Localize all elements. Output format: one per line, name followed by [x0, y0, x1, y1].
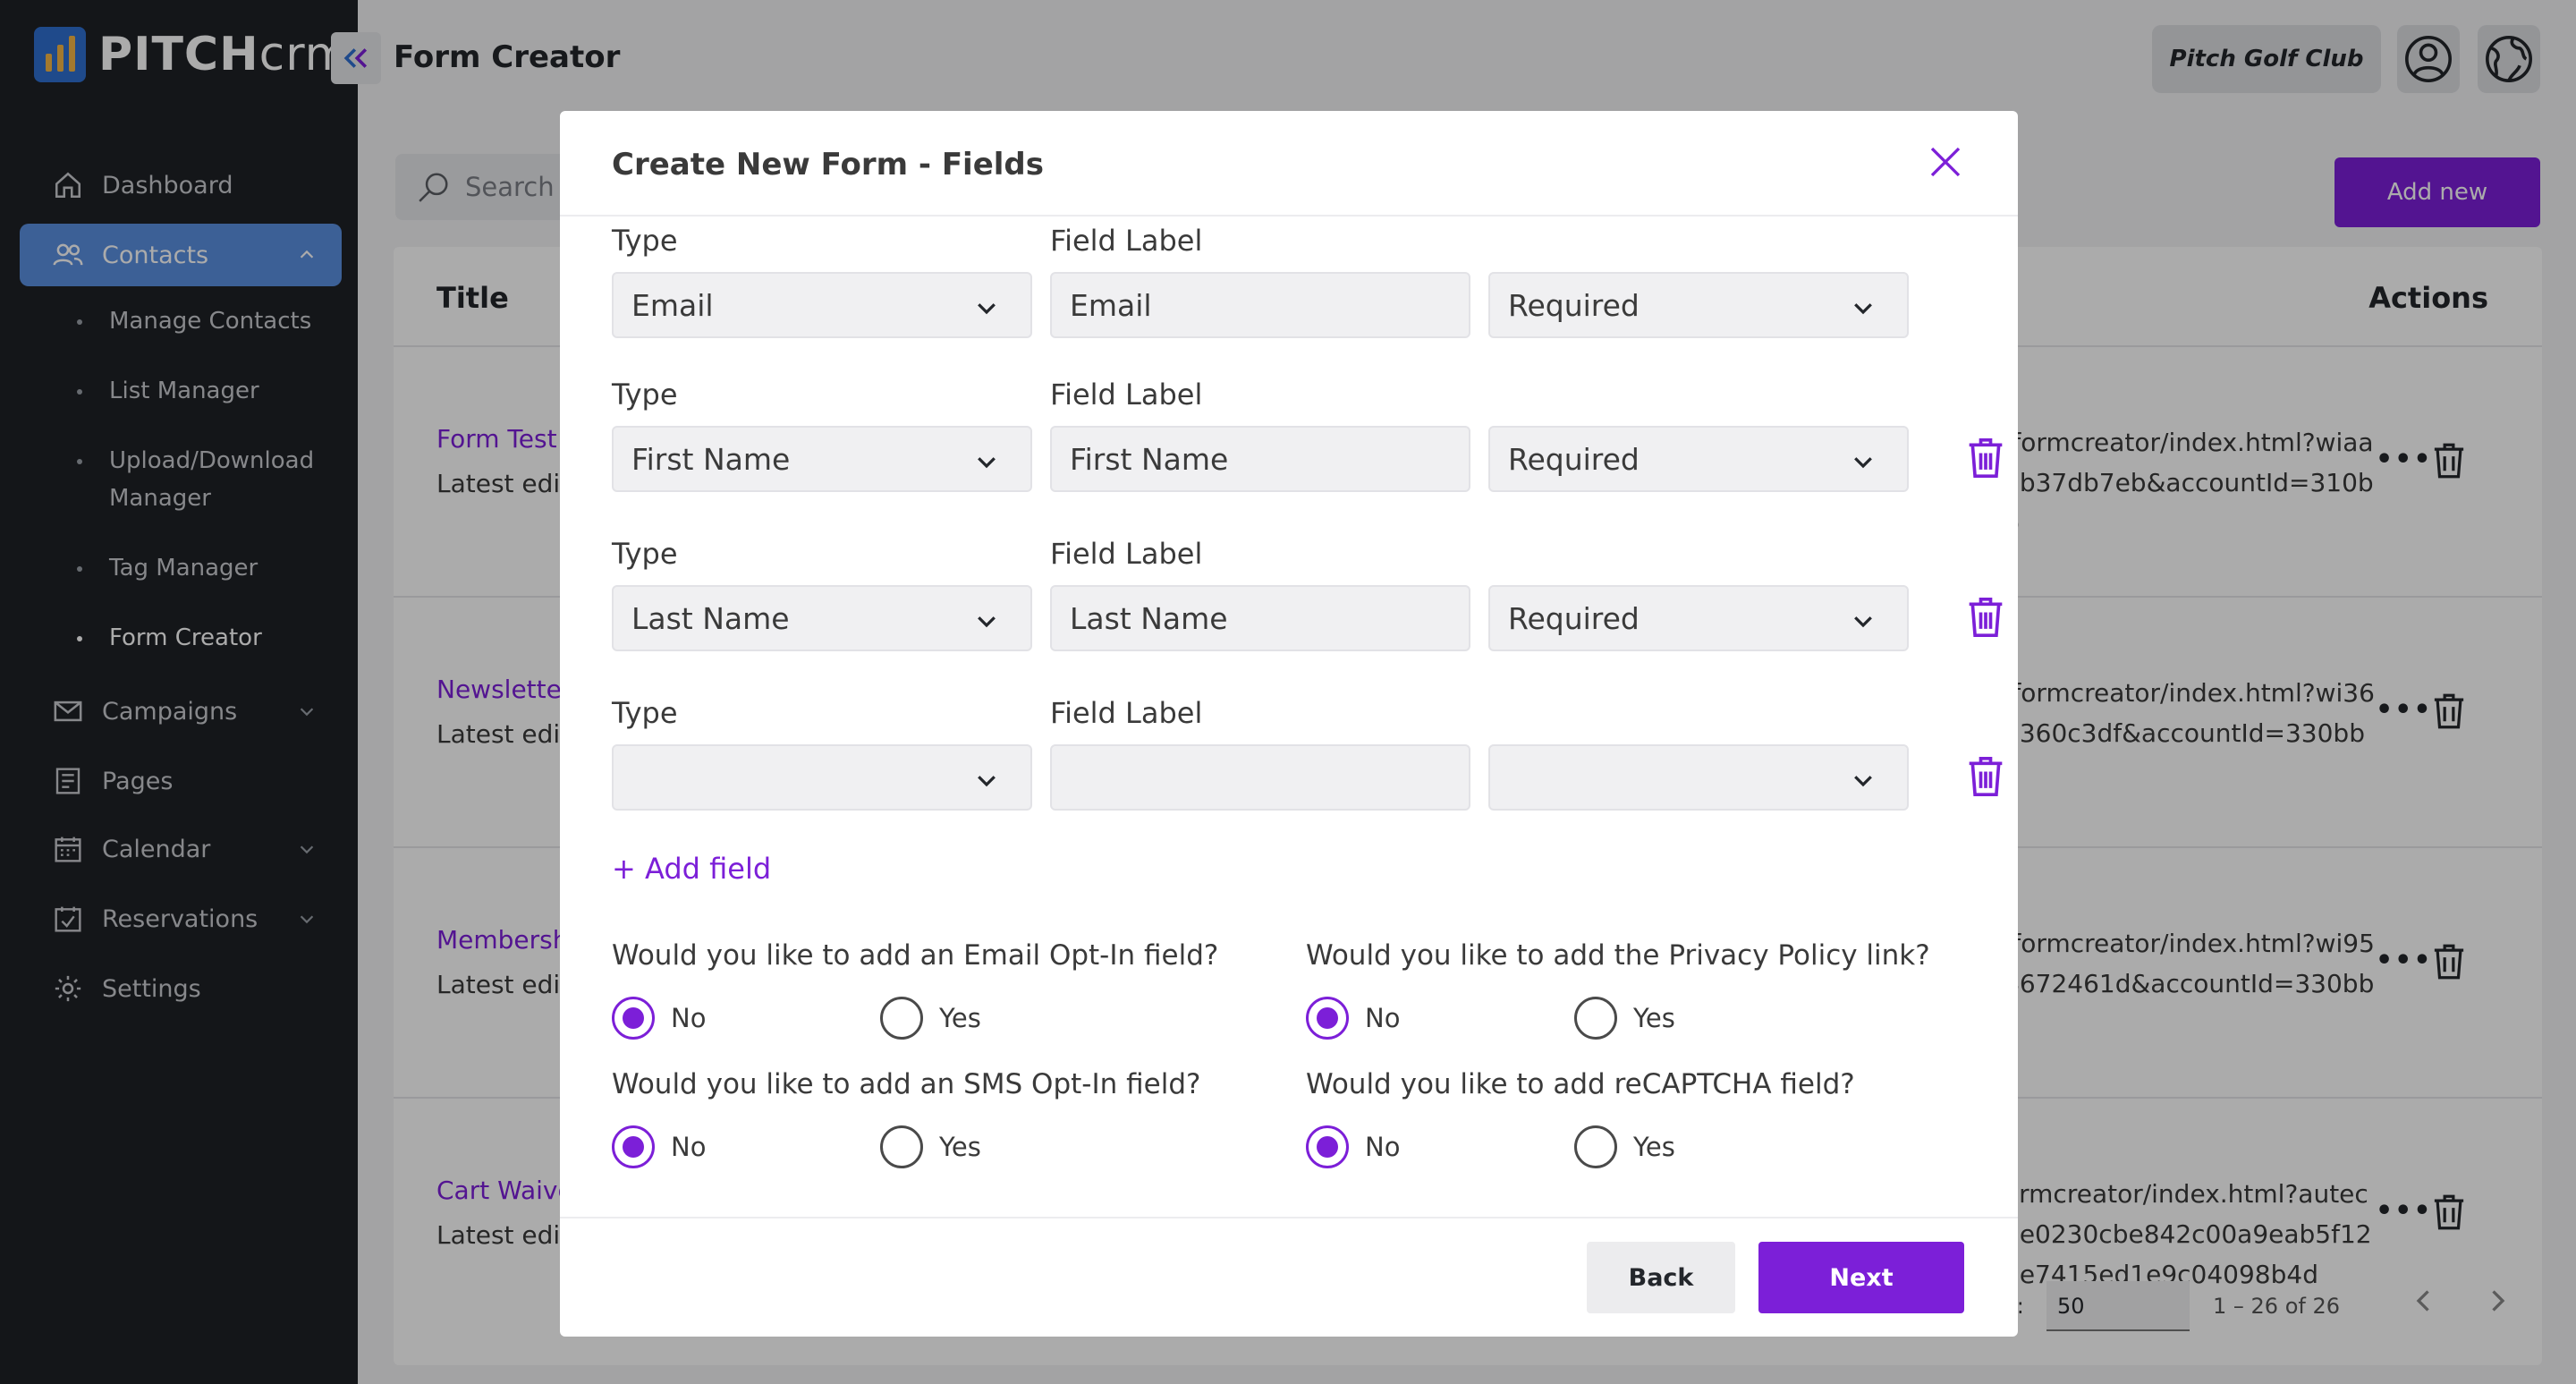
- radio-label: Yes: [1633, 1003, 1675, 1033]
- privacy-policy-no-radio[interactable]: No: [1306, 997, 1400, 1040]
- type-label: Type: [612, 224, 678, 258]
- radio-label: Yes: [1633, 1132, 1675, 1162]
- close-button[interactable]: [1923, 140, 1968, 184]
- radio-empty-icon: [880, 997, 923, 1040]
- type-label: Type: [612, 378, 678, 412]
- email-optin-question: Would you like to add an Email Opt-In fi…: [612, 939, 1219, 972]
- chevron-down-icon: [973, 293, 1000, 328]
- type-select[interactable]: Last Name: [612, 585, 1032, 651]
- type-select[interactable]: First Name: [612, 426, 1032, 492]
- type-select[interactable]: [612, 744, 1032, 811]
- close-icon: [1930, 147, 1961, 177]
- type-select-value: First Name: [631, 441, 791, 477]
- radio-label: Yes: [939, 1003, 981, 1033]
- field-row: Type Field Label First Name First Name R…: [612, 378, 2007, 512]
- required-select-value: Required: [1508, 600, 1640, 636]
- privacy-policy-question: Would you like to add the Privacy Policy…: [1306, 939, 1930, 972]
- radio-selected-icon: [1306, 1125, 1349, 1168]
- required-select-value: Required: [1508, 441, 1640, 477]
- privacy-policy-yes-radio[interactable]: Yes: [1574, 997, 1675, 1040]
- create-form-modal: Create New Form - Fields Type Field Labe…: [560, 111, 2018, 1337]
- type-select[interactable]: Email: [612, 272, 1032, 338]
- required-select[interactable]: Required: [1488, 585, 1909, 651]
- chevron-down-icon: [1850, 607, 1877, 641]
- chevron-down-icon: [973, 766, 1000, 801]
- field-label-label: Field Label: [1050, 696, 1203, 730]
- radio-selected-icon: [1306, 997, 1349, 1040]
- type-select-value: Last Name: [631, 600, 790, 636]
- back-button[interactable]: Back: [1587, 1242, 1735, 1313]
- sms-optin-question: Would you like to add an SMS Opt-In fiel…: [612, 1068, 1201, 1100]
- sms-optin-yes-radio[interactable]: Yes: [880, 1125, 981, 1168]
- chevron-down-icon: [1850, 293, 1877, 328]
- chevron-down-icon: [973, 607, 1000, 641]
- trash-icon: [1969, 757, 2003, 796]
- trash-icon: [1969, 598, 2003, 637]
- recaptcha-no-radio[interactable]: No: [1306, 1125, 1400, 1168]
- sms-optin-no-radio[interactable]: No: [612, 1125, 706, 1168]
- radio-label: No: [671, 1132, 707, 1162]
- email-optin-yes-radio[interactable]: Yes: [880, 997, 981, 1040]
- field-label-input[interactable]: [1050, 744, 1470, 811]
- radio-selected-icon: [612, 1125, 655, 1168]
- radio-selected-icon: [612, 997, 655, 1040]
- chevron-down-icon: [973, 447, 1000, 482]
- field-label-label: Field Label: [1050, 378, 1203, 412]
- field-label-label: Field Label: [1050, 537, 1203, 571]
- modal-title: Create New Form - Fields: [612, 147, 1044, 183]
- radio-label: Yes: [939, 1132, 981, 1162]
- recaptcha-yes-radio[interactable]: Yes: [1574, 1125, 1675, 1168]
- email-optin-no-radio[interactable]: No: [612, 997, 706, 1040]
- delete-field-button[interactable]: [1966, 437, 2005, 483]
- chevron-down-icon: [1850, 766, 1877, 801]
- field-label-input[interactable]: Email: [1050, 272, 1470, 338]
- field-row: Type Field Label: [612, 696, 2007, 830]
- type-label: Type: [612, 696, 678, 730]
- radio-label: No: [1365, 1132, 1401, 1162]
- chevron-down-icon: [1850, 447, 1877, 482]
- delete-field-button[interactable]: [1966, 755, 2005, 802]
- radio-label: No: [671, 1003, 707, 1033]
- radio-empty-icon: [880, 1125, 923, 1168]
- recaptcha-question: Would you like to add reCAPTCHA field?: [1306, 1068, 1855, 1100]
- trash-icon: [1969, 438, 2003, 478]
- field-row: Type Field Label Last Name Last Name Req…: [612, 537, 2007, 671]
- required-select[interactable]: Required: [1488, 426, 1909, 492]
- field-label-input[interactable]: First Name: [1050, 426, 1470, 492]
- type-label: Type: [612, 537, 678, 571]
- delete-field-button[interactable]: [1966, 596, 2005, 642]
- radio-empty-icon: [1574, 997, 1617, 1040]
- field-label-label: Field Label: [1050, 224, 1203, 258]
- modal-footer-divider: [560, 1217, 2018, 1218]
- add-field-link[interactable]: + Add field: [612, 852, 771, 886]
- required-select[interactable]: Required: [1488, 272, 1909, 338]
- field-label-input[interactable]: Last Name: [1050, 585, 1470, 651]
- radio-empty-icon: [1574, 1125, 1617, 1168]
- field-row: Type Field Label Email Email Required: [612, 224, 2007, 358]
- radio-label: No: [1365, 1003, 1401, 1033]
- type-select-value: Email: [631, 287, 714, 323]
- next-button[interactable]: Next: [1758, 1242, 1964, 1313]
- modal-header: Create New Form - Fields: [560, 111, 2018, 217]
- required-select-value: Required: [1508, 287, 1640, 323]
- required-select[interactable]: [1488, 744, 1909, 811]
